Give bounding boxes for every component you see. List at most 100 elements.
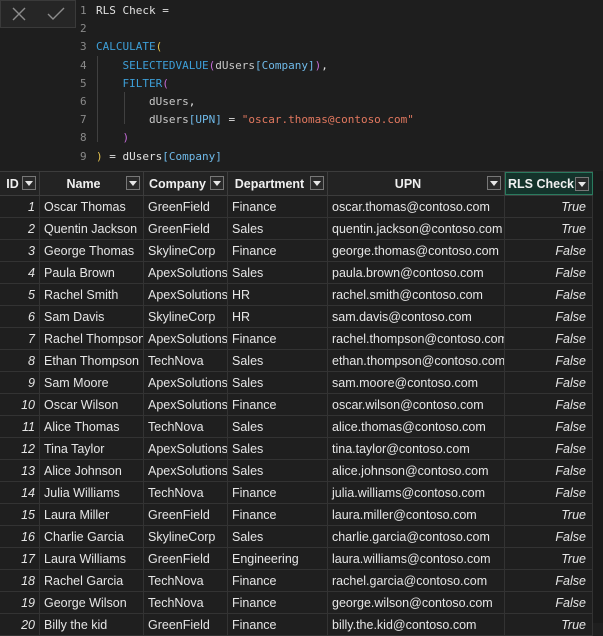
cell-name[interactable]: Paula Brown — [40, 262, 144, 283]
cell-rls-check[interactable]: False — [505, 570, 593, 591]
cell-department[interactable]: Finance — [228, 196, 328, 217]
cell-upn[interactable]: ethan.thompson@contoso.com — [328, 350, 505, 371]
cell-rls-check[interactable]: False — [505, 262, 593, 283]
cell-upn[interactable]: alice.johnson@contoso.com — [328, 460, 505, 481]
header-id[interactable]: ID — [0, 172, 40, 195]
cell-id[interactable]: 5 — [0, 284, 40, 305]
cell-company[interactable]: SkylineCorp — [144, 306, 228, 327]
cell-rls-check[interactable]: False — [505, 460, 593, 481]
table-row[interactable]: 18 Rachel Garcia TechNova Finance rachel.gar… — [0, 570, 593, 592]
cell-company[interactable]: ApexSolutions — [144, 394, 228, 415]
cell-id[interactable]: 20 — [0, 614, 40, 635]
cell-name[interactable]: Alice Johnson — [40, 460, 144, 481]
table-row[interactable]: 15 Laura Miller GreenField Finance laura.mil… — [0, 504, 593, 526]
cell-rls-check[interactable]: False — [505, 438, 593, 459]
table-row[interactable]: 5 Rachel Smith ApexSolutions HR rachel.smith… — [0, 284, 593, 306]
cell-company[interactable]: ApexSolutions — [144, 284, 228, 305]
chevron-down-icon[interactable] — [210, 176, 224, 190]
checkmark-icon[interactable] — [46, 5, 66, 23]
cell-upn[interactable]: laura.miller@contoso.com — [328, 504, 505, 525]
cell-rls-check[interactable]: False — [505, 372, 593, 393]
close-icon[interactable] — [10, 5, 28, 23]
cell-upn[interactable]: sam.moore@contoso.com — [328, 372, 505, 393]
cell-rls-check[interactable]: False — [505, 240, 593, 261]
cell-id[interactable]: 14 — [0, 482, 40, 503]
cell-department[interactable]: Finance — [228, 614, 328, 635]
cell-id[interactable]: 10 — [0, 394, 40, 415]
cell-company[interactable]: TechNova — [144, 570, 228, 591]
table-row[interactable]: 1 Oscar Thomas GreenField Finance oscar.thom… — [0, 196, 593, 218]
table-row[interactable]: 8 Ethan Thompson TechNova Sales ethan.thomps… — [0, 350, 593, 372]
cell-rls-check[interactable]: True — [505, 504, 593, 525]
cell-company[interactable]: ApexSolutions — [144, 328, 228, 349]
cell-id[interactable]: 12 — [0, 438, 40, 459]
cell-id[interactable]: 8 — [0, 350, 40, 371]
cell-upn[interactable]: rachel.thompson@contoso.com — [328, 328, 505, 349]
cell-company[interactable]: ApexSolutions — [144, 372, 228, 393]
cell-name[interactable]: Oscar Wilson — [40, 394, 144, 415]
cell-department[interactable]: Sales — [228, 372, 328, 393]
cell-name[interactable]: George Wilson — [40, 592, 144, 613]
cell-company[interactable]: GreenField — [144, 548, 228, 569]
cell-upn[interactable]: sam.davis@contoso.com — [328, 306, 505, 327]
table-row[interactable]: 10 Oscar Wilson ApexSolutions Finance oscar.… — [0, 394, 593, 416]
cell-rls-check[interactable]: False — [505, 350, 593, 371]
cell-id[interactable]: 3 — [0, 240, 40, 261]
cell-company[interactable]: TechNova — [144, 350, 228, 371]
cell-id[interactable]: 17 — [0, 548, 40, 569]
cell-name[interactable]: Alice Thomas — [40, 416, 144, 437]
cell-upn[interactable]: george.thomas@contoso.com — [328, 240, 505, 261]
table-row[interactable]: 3 George Thomas SkylineCorp Finance george.t… — [0, 240, 593, 262]
table-row[interactable]: 4 Paula Brown ApexSolutions Sales paula.brow… — [0, 262, 593, 284]
cell-name[interactable]: George Thomas — [40, 240, 144, 261]
table-row[interactable]: 6 Sam Davis SkylineCorp HR sam.davis@contoso… — [0, 306, 593, 328]
cell-upn[interactable]: quentin.jackson@contoso.com — [328, 218, 505, 239]
cell-department[interactable]: Sales — [228, 460, 328, 481]
cell-upn[interactable]: laura.williams@contoso.com — [328, 548, 505, 569]
cell-rls-check[interactable]: False — [505, 482, 593, 503]
cell-id[interactable]: 15 — [0, 504, 40, 525]
cell-name[interactable]: Laura Miller — [40, 504, 144, 525]
cell-department[interactable]: Sales — [228, 350, 328, 371]
header-upn[interactable]: UPN — [328, 172, 505, 195]
cell-department[interactable]: Finance — [228, 592, 328, 613]
cell-name[interactable]: Julia Williams — [40, 482, 144, 503]
formula-code[interactable]: 1 RLS Check = 2 3 CALCULATE( 4 SELECTEDV… — [78, 2, 603, 166]
cell-rls-check[interactable]: False — [505, 592, 593, 613]
cell-department[interactable]: Finance — [228, 240, 328, 261]
header-rls-check[interactable]: RLS Check — [505, 172, 593, 195]
cell-id[interactable]: 7 — [0, 328, 40, 349]
cell-rls-check[interactable]: False — [505, 394, 593, 415]
chevron-down-icon[interactable] — [126, 176, 140, 190]
cell-name[interactable]: Rachel Garcia — [40, 570, 144, 591]
header-department[interactable]: Department — [228, 172, 328, 195]
cell-name[interactable]: Laura Williams — [40, 548, 144, 569]
cell-department[interactable]: HR — [228, 306, 328, 327]
cell-name[interactable]: Sam Moore — [40, 372, 144, 393]
cell-department[interactable]: HR — [228, 284, 328, 305]
cell-name[interactable]: Oscar Thomas — [40, 196, 144, 217]
cell-id[interactable]: 18 — [0, 570, 40, 591]
table-row[interactable]: 7 Rachel Thompson ApexSolutions Finance rach… — [0, 328, 593, 350]
cell-id[interactable]: 9 — [0, 372, 40, 393]
cell-department[interactable]: Sales — [228, 526, 328, 547]
cell-upn[interactable]: oscar.thomas@contoso.com — [328, 196, 505, 217]
cell-upn[interactable]: alice.thomas@contoso.com — [328, 416, 505, 437]
cell-department[interactable]: Finance — [228, 328, 328, 349]
cell-department[interactable]: Sales — [228, 218, 328, 239]
cell-rls-check[interactable]: True — [505, 548, 593, 569]
cell-name[interactable]: Rachel Thompson — [40, 328, 144, 349]
cell-department[interactable]: Sales — [228, 416, 328, 437]
cell-rls-check[interactable]: False — [505, 328, 593, 349]
table-row[interactable]: 12 Tina Taylor ApexSolutions Sales tina.tayl… — [0, 438, 593, 460]
cell-department[interactable]: Sales — [228, 262, 328, 283]
chevron-down-icon[interactable] — [575, 177, 589, 191]
cell-id[interactable]: 13 — [0, 460, 40, 481]
cell-name[interactable]: Sam Davis — [40, 306, 144, 327]
table-row[interactable]: 20 Billy the kid GreenField Finance billy.th… — [0, 614, 593, 636]
cell-company[interactable]: GreenField — [144, 614, 228, 635]
table-row[interactable]: 17 Laura Williams GreenField Engineering lau… — [0, 548, 593, 570]
cell-rls-check[interactable]: False — [505, 526, 593, 547]
chevron-down-icon[interactable] — [310, 176, 324, 190]
cell-company[interactable]: TechNova — [144, 592, 228, 613]
